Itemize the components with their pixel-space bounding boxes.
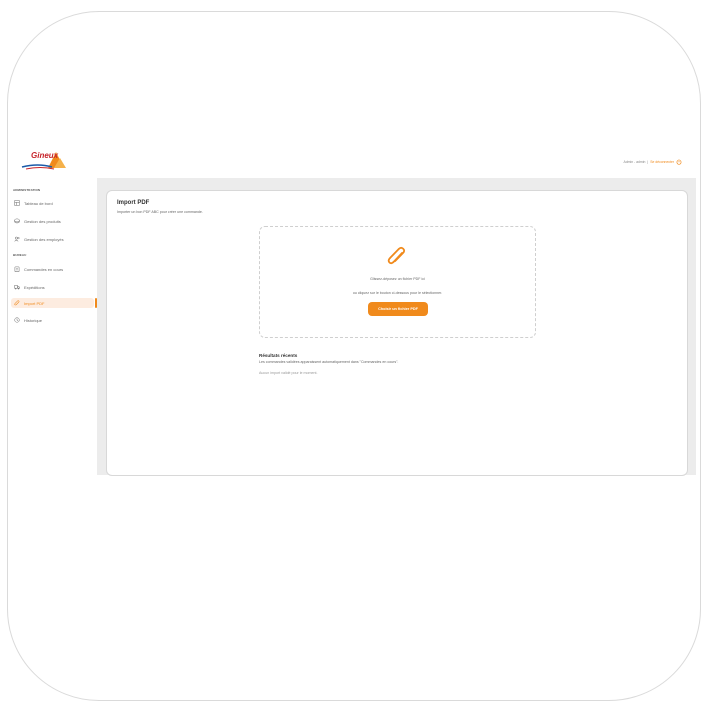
logout-link[interactable]: Se déconnecter [650, 160, 674, 164]
sidebar-item-employees[interactable]: Gestion des employés [11, 234, 94, 244]
products-icon [14, 218, 20, 224]
section-administration: ADMINISTRATION [13, 188, 41, 192]
page-subtitle: Importer un bon PDF ABC pour créer une c… [117, 210, 203, 214]
sidebar: ADMINISTRATION Tableau de bord Gestion d… [8, 178, 97, 475]
sidebar-item-label: Commandes en cours [24, 266, 64, 272]
import-card: Import PDF Importer un bon PDF ABC pour … [106, 190, 688, 476]
sidebar-item-orders[interactable]: Commandes en cours [11, 264, 94, 274]
dropzone-hint: ou cliquez sur le bouton ci-dessous pour… [352, 291, 443, 295]
app-window: Gineux Admin - admin | Se déconnecter AD… [8, 146, 696, 476]
user-menu: Admin - admin | Se déconnecter [623, 159, 682, 165]
orders-icon [14, 266, 20, 272]
results-subtitle: Les commandes validées apparaissent auto… [259, 360, 399, 364]
dropzone-instruction: Glissez-déposez un fichier PDF ici [370, 277, 425, 281]
sidebar-item-label: Expéditions [24, 284, 45, 290]
paperclip-icon [14, 300, 20, 306]
truck-icon [14, 285, 20, 290]
results-title: Résultats récents [259, 353, 298, 358]
separator: | [647, 160, 649, 164]
sidebar-item-dashboard[interactable]: Tableau de bord [11, 198, 94, 208]
sidebar-item-shipments[interactable]: Expéditions [11, 282, 94, 292]
power-icon[interactable] [676, 159, 682, 165]
sidebar-item-label: Gestion des employés [24, 236, 64, 242]
sidebar-item-history[interactable]: Historique [11, 315, 94, 325]
sidebar-item-products[interactable]: Gestion des produits [11, 216, 94, 226]
logo-text: Gineux [31, 151, 59, 160]
pdf-dropzone[interactable]: Glissez-déposez un fichier PDF ici ou cl… [259, 226, 536, 338]
sidebar-item-label: Tableau de bord [24, 200, 53, 206]
section-bureau: BUREAU [13, 253, 27, 257]
history-icon [14, 317, 20, 323]
sidebar-item-import-pdf[interactable]: Import PDF [11, 298, 97, 308]
page-title: Import PDF [117, 200, 150, 206]
sidebar-item-label: Historique [24, 317, 43, 323]
sidebar-item-label: Import PDF [24, 300, 45, 306]
user-label: Admin - admin [623, 160, 646, 164]
device-frame: Gineux Admin - admin | Se déconnecter AD… [7, 11, 701, 701]
results-empty-message: Aucun import validé pour le moment. [259, 371, 318, 375]
top-bar: Gineux Admin - admin | Se déconnecter [8, 146, 696, 178]
employees-icon [14, 236, 20, 242]
sidebar-item-label: Gestion des produits [24, 218, 61, 224]
main-content: Import PDF Importer un bon PDF ABC pour … [97, 178, 696, 476]
brand-logo[interactable]: Gineux [18, 148, 68, 172]
paperclip-icon [387, 246, 406, 265]
choose-file-button[interactable]: Choisir un fichier PDF [368, 302, 428, 316]
dashboard-icon [14, 200, 20, 206]
